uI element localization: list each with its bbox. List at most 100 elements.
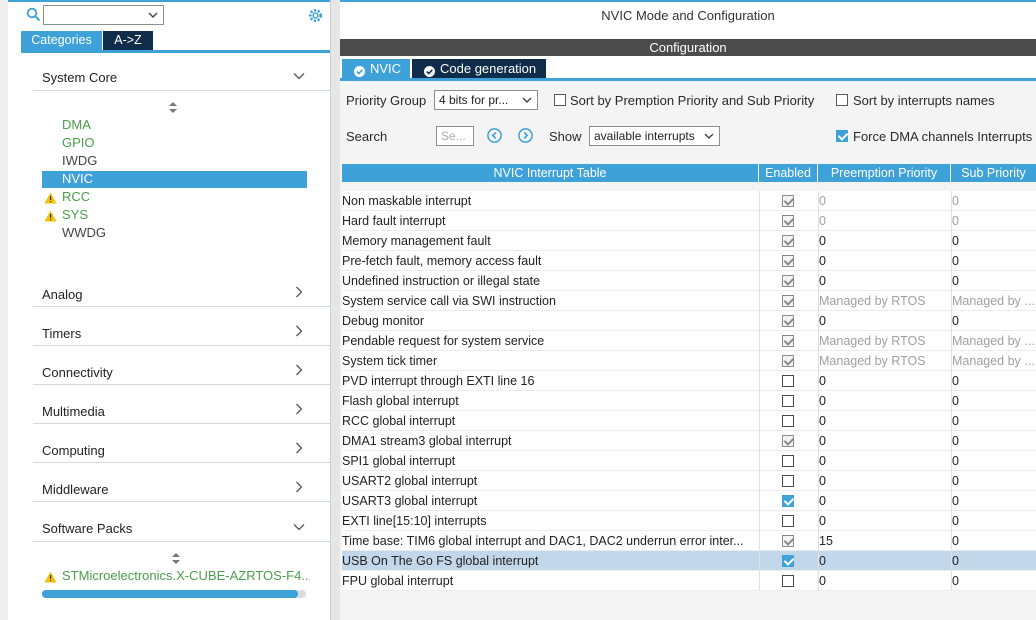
preemption-priority-cell[interactable]: 0 (818, 471, 951, 491)
chevron-right-icon[interactable] (293, 481, 305, 493)
tab-code-generation[interactable]: Code generation (412, 59, 546, 78)
table-row[interactable]: USB On The Go FS global interrupt 0 0 (342, 551, 1036, 571)
table-row[interactable]: Flash global interrupt 0 0 (342, 391, 1036, 411)
sub-priority-cell[interactable]: 0 (951, 471, 1036, 491)
sub-priority-cell[interactable]: 0 (951, 311, 1036, 331)
sort-preemption-checkbox[interactable] (554, 94, 566, 106)
table-row[interactable]: RCC global interrupt 0 0 (342, 411, 1036, 431)
chevron-right-icon[interactable] (293, 442, 305, 454)
sort-arrows-icon[interactable] (172, 552, 180, 564)
table-row[interactable]: Hard fault interrupt 0 0 (342, 211, 1036, 231)
show-filter-select[interactable]: available interrupts (589, 126, 720, 146)
tree-item-gpio[interactable]: GPIO (62, 134, 95, 152)
preemption-priority-cell[interactable]: 0 (818, 411, 951, 431)
sub-priority-cell[interactable]: 0 (951, 251, 1036, 271)
category-middleware[interactable]: Middleware (42, 482, 108, 497)
sub-priority-cell[interactable]: 0 (951, 531, 1036, 551)
force-dma-checkbox[interactable] (836, 130, 848, 142)
preemption-priority-cell[interactable]: 0 (818, 551, 951, 571)
gear-icon[interactable] (307, 7, 324, 27)
table-row[interactable]: Time base: TIM6 global interrupt and DAC… (342, 531, 1036, 551)
component-search-combo[interactable] (43, 5, 164, 25)
category-analog[interactable]: Analog (42, 287, 82, 302)
sub-priority-cell[interactable]: 0 (951, 411, 1036, 431)
sub-priority-cell[interactable]: 0 (951, 451, 1036, 471)
column-header-interrupt[interactable]: NVIC Interrupt Table (342, 164, 758, 182)
category-computing[interactable]: Computing (42, 443, 105, 458)
sub-priority-cell[interactable]: 0 (951, 371, 1036, 391)
table-row[interactable]: EXTI line[15:10] interrupts 0 0 (342, 511, 1036, 531)
enabled-checkbox[interactable] (782, 375, 794, 387)
enabled-checkbox[interactable] (782, 575, 794, 587)
table-row[interactable]: SPI1 global interrupt 0 0 (342, 451, 1036, 471)
chevron-down-icon[interactable] (293, 70, 305, 82)
table-row[interactable]: USART2 global interrupt 0 0 (342, 471, 1036, 491)
table-row[interactable]: DMA1 stream3 global interrupt 0 0 (342, 431, 1036, 451)
enabled-checkbox[interactable] (782, 415, 794, 427)
preemption-priority-cell[interactable]: 0 (818, 271, 951, 291)
table-row[interactable]: System tick timer Managed by RTOS Managed … (342, 351, 1036, 371)
sub-priority-cell[interactable]: 0 (951, 231, 1036, 251)
preemption-priority-cell[interactable]: 0 (818, 311, 951, 331)
table-row[interactable]: Pre-fetch fault, memory access fault 0 0 (342, 251, 1036, 271)
sub-priority-cell[interactable]: 0 (951, 431, 1036, 451)
enabled-checkbox[interactable] (782, 475, 794, 487)
table-row[interactable]: USART3 global interrupt 0 0 (342, 491, 1036, 511)
sub-priority-cell[interactable]: 0 (951, 491, 1036, 511)
enabled-checkbox[interactable] (782, 395, 794, 407)
column-header-enabled[interactable]: Enabled (759, 164, 817, 182)
enabled-checkbox[interactable] (782, 555, 794, 567)
preemption-priority-cell[interactable]: 0 (818, 391, 951, 411)
sub-priority-cell[interactable]: 0 (951, 511, 1036, 531)
tree-item-wwdg[interactable]: WWDG (62, 224, 106, 242)
category-multimedia[interactable]: Multimedia (42, 404, 105, 419)
category-system-core[interactable]: System Core (42, 70, 117, 85)
table-row[interactable]: Memory management fault 0 0 (342, 231, 1036, 251)
software-pack-item[interactable]: STMicroelectronics.X-CUBE-AZRTOS-F4... (62, 567, 310, 585)
enabled-checkbox[interactable] (782, 455, 794, 467)
tree-item-sys[interactable]: SYS (62, 206, 88, 224)
preemption-priority-cell[interactable]: 0 (818, 371, 951, 391)
search-next-button[interactable] (518, 128, 533, 143)
sub-priority-cell[interactable]: 0 (951, 551, 1036, 571)
search-input[interactable]: Se... (436, 126, 474, 146)
preemption-priority-cell[interactable]: 0 (818, 451, 951, 471)
category-connectivity[interactable]: Connectivity (42, 365, 113, 380)
tree-item-rcc[interactable]: RCC (62, 188, 90, 206)
table-row[interactable]: System service call via SWI instruction M… (342, 291, 1036, 311)
table-row[interactable]: PVD interrupt through EXTI line 16 0 0 (342, 371, 1036, 391)
tab-a-to-z[interactable]: A->Z (103, 31, 153, 50)
preemption-priority-cell[interactable]: 15 (818, 531, 951, 551)
tree-item-dma[interactable]: DMA (62, 116, 91, 134)
table-row[interactable]: Pendable request for system service Manag… (342, 331, 1036, 351)
enabled-checkbox[interactable] (782, 515, 794, 527)
enabled-checkbox[interactable] (782, 495, 794, 507)
left-panel-scrollbar[interactable] (330, 0, 340, 620)
category-timers[interactable]: Timers (42, 326, 81, 341)
preemption-priority-cell[interactable]: 0 (818, 251, 951, 271)
table-row[interactable]: Non maskable interrupt 0 0 (342, 191, 1036, 211)
tab-categories[interactable]: Categories (21, 31, 102, 50)
preemption-priority-cell[interactable]: 0 (818, 231, 951, 251)
search-previous-button[interactable] (487, 128, 502, 143)
tree-item-iwdg[interactable]: IWDG (62, 152, 97, 170)
sort-names-checkbox[interactable] (836, 94, 848, 106)
priority-group-select[interactable]: 4 bits for pr... (434, 90, 538, 110)
chevron-down-icon[interactable] (293, 521, 305, 533)
table-row[interactable]: Debug monitor 0 0 (342, 311, 1036, 331)
chevron-right-icon[interactable] (293, 286, 305, 298)
preemption-priority-cell[interactable]: 0 (818, 511, 951, 531)
sub-priority-cell[interactable]: 0 (951, 271, 1036, 291)
column-header-sub-priority[interactable]: Sub Priority (951, 164, 1036, 182)
search-icon[interactable] (26, 7, 41, 22)
preemption-priority-cell[interactable]: 0 (818, 431, 951, 451)
chevron-right-icon[interactable] (293, 403, 305, 415)
tree-item-nvic[interactable]: NVIC (62, 170, 93, 188)
table-row[interactable]: Undefined instruction or illegal state 0 0 (342, 271, 1036, 291)
column-header-preemption[interactable]: Preemption Priority (818, 164, 950, 182)
chevron-right-icon[interactable] (293, 364, 305, 376)
sub-priority-cell[interactable]: 0 (951, 571, 1036, 591)
preemption-priority-cell[interactable]: 0 (818, 491, 951, 511)
table-row[interactable]: FPU global interrupt 0 0 (342, 571, 1036, 591)
sub-priority-cell[interactable]: 0 (951, 391, 1036, 411)
